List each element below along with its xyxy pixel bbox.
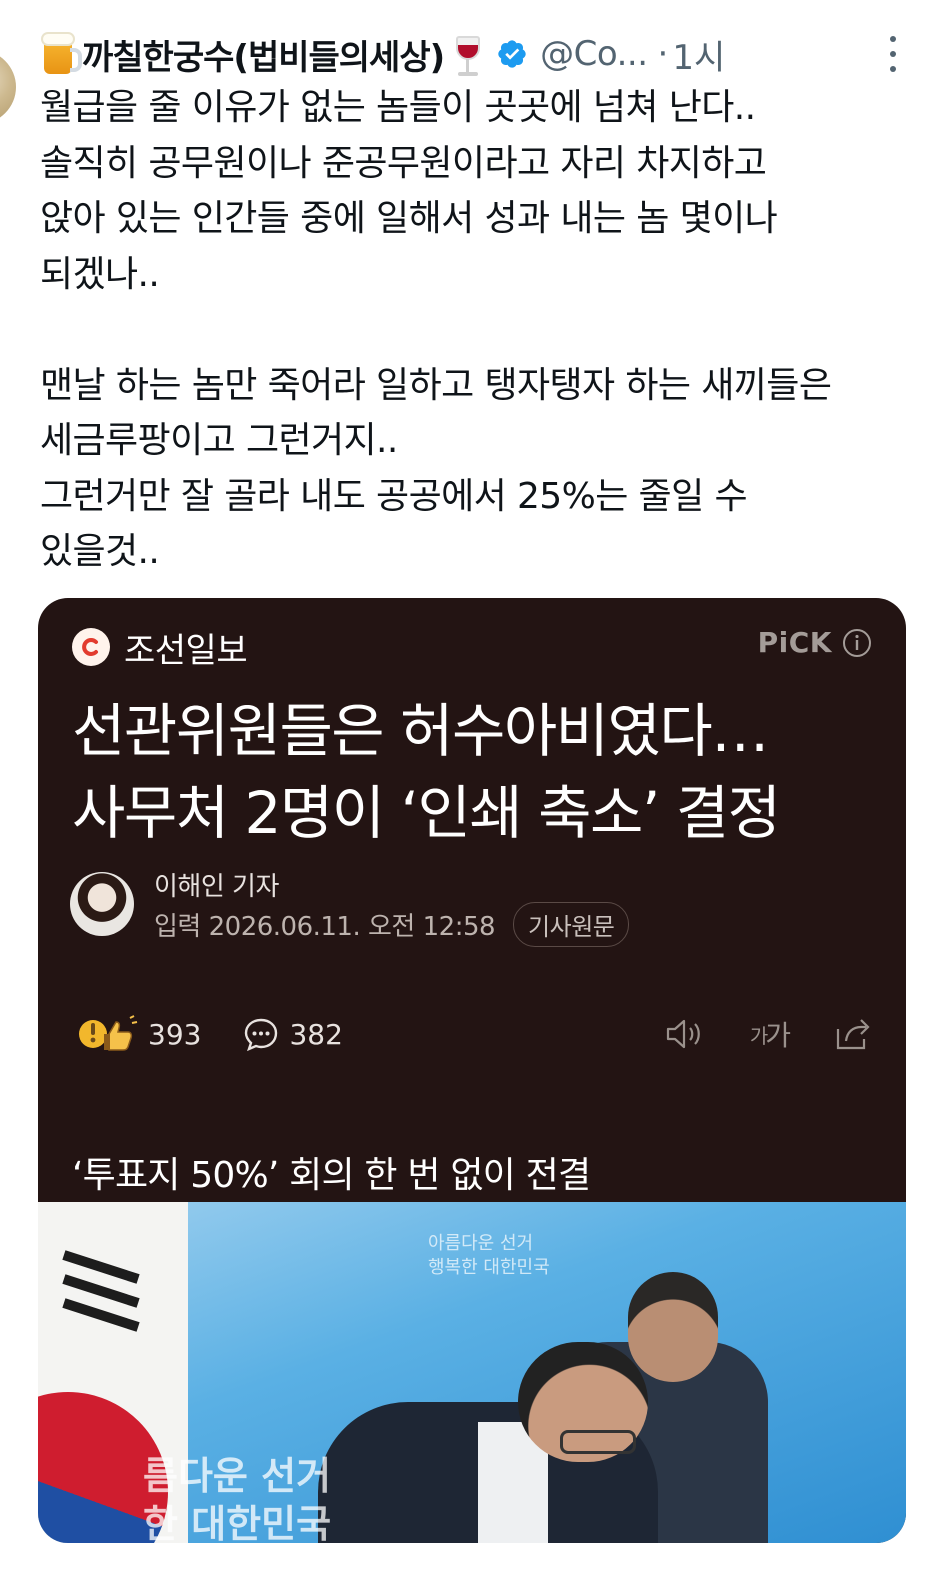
comment-count: 382 [289,1017,343,1051]
news-article-card[interactable]: 조선일보 PiCK 선관위원들은 허수아비였다… 사무처 2명이 ‘인쇄 축소’… [38,598,906,1543]
article-dateline: 입력 2026.06.11. 오전 12:58 기사원문 [154,902,630,947]
publisher-row: 조선일보 PiCK [72,623,872,672]
reporter-avatar[interactable] [70,872,134,936]
backdrop-slogan-line: 름다운 선거 [143,1454,332,1498]
tweet-line: 그런거만 잘 골라 내도 공공에서 25%는 줄일 수 [40,475,748,517]
font-size-large-glyph: 가 [765,1019,791,1052]
comment-icon [245,1018,278,1052]
tweet-timestamp[interactable]: 1시 [672,30,725,79]
author-avatar[interactable] [0,50,16,124]
reaction-count: 393 [148,1017,202,1051]
person-background-head [628,1272,718,1382]
tweet-text: 월급을 줄 이유가 없는 놈들이 곳곳에 넘쳐 난다.. 솔직히 공무원이나 준… [40,80,920,580]
pick-badge[interactable]: PiCK [758,626,872,659]
pick-label: PiCK [757,626,832,659]
reporter-name[interactable]: 이해인 기자 [154,866,279,903]
font-size-button[interactable]: 가가 [749,1014,791,1054]
backdrop-slogan-line: 한 대한민국 [143,1502,332,1543]
headline-line: 선관위원들은 허수아비였다… [72,697,769,765]
backdrop-logo-line: 행복한 대한민국 [428,1257,550,1278]
wine-glass-icon [448,30,488,78]
backdrop-logo-text: 아름다운 선거 행복한 대한민국 [428,1232,550,1280]
share-icon[interactable] [834,1017,872,1051]
tweet-line: 맨날 하는 놈만 죽어라 일하고 탱자탱자 하는 새끼들은 [40,364,832,406]
original-article-button[interactable]: 기사원문 [513,902,630,947]
verified-badge-icon[interactable] [496,38,528,70]
tweet-line: 앉아 있는 인간들 중에 일해서 성과 내는 놈 몇이나 [40,198,778,239]
info-icon[interactable] [842,628,872,658]
article-headline[interactable]: 선관위원들은 허수아비였다… 사무처 2명이 ‘인쇄 축소’ 결정 [72,690,892,854]
backdrop-slogan: 름다운 선거 한 대한민국 [143,1452,331,1543]
article-photo[interactable]: 아름다운 선거 행복한 대한민국 름다운 선거 한 대한민국 [38,1202,906,1543]
tweet-line: 있을것.. [40,531,160,572]
font-size-small-glyph: 가 [749,1023,768,1048]
article-subheadline: ‘투표지 50%’ 회의 한 번 없이 전결 [72,1155,591,1196]
tts-speaker-icon[interactable] [664,1017,704,1051]
reaction-stat[interactable]: 393 [76,1014,201,1054]
publisher-name[interactable]: 조선일보 [124,623,248,672]
tweet-header: 까칠한궁수(법비들의세상) @Co... · 1시 [40,22,904,86]
tweet-line: 월급을 줄 이유가 없는 놈들이 곳곳에 넘쳐 난다.. [40,87,756,128]
article-tools: 가가 [618,1012,872,1056]
backdrop-logo-line: 아름다운 선거 [428,1233,534,1254]
headline-line: 사무처 2명이 ‘인쇄 축소’ 결정 [72,779,781,847]
reaction-icon [79,1015,138,1051]
author-handle[interactable]: @Co... [540,34,648,74]
article-stats-row: 393 382 가가 [76,1012,872,1056]
separator-dot: · [657,34,669,74]
beer-mug-icon [40,30,82,78]
comment-stat[interactable]: 382 [243,1016,343,1052]
glasses [560,1430,636,1454]
tweet-line: 되겠나.. [40,253,160,295]
tweet-line: 솔직히 공무원이나 준공무원이라고 자리 차지하고 [40,142,767,184]
more-options-icon[interactable] [888,36,898,72]
author-name[interactable]: 까칠한궁수(법비들의세상) [82,30,445,79]
chosun-logo-icon [72,628,110,666]
tweet-line: 세금루팡이고 그런거지.. [40,420,398,461]
publish-date: 입력 2026.06.11. 오전 12:58 [154,912,496,942]
